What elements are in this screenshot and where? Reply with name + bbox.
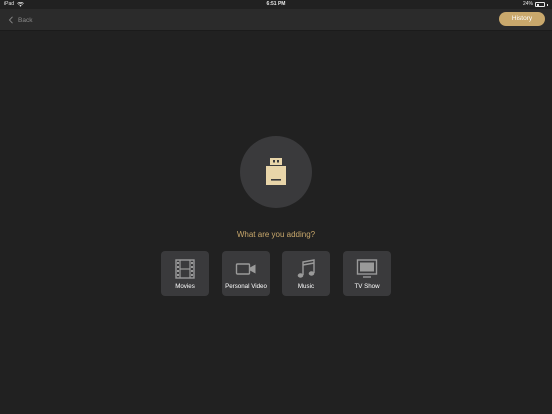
status-bar: iPad 6:51 PM 24% (0, 0, 552, 9)
usb-drive-badge (240, 136, 312, 208)
navigation-bar: Back History (0, 9, 552, 31)
status-time: 6:51 PM (266, 1, 286, 7)
video-camera-icon (235, 263, 256, 275)
personal-video-tile[interactable]: Personal Video (222, 251, 270, 296)
status-right: 24% (523, 0, 548, 9)
battery-tip (547, 3, 548, 6)
movies-label: Movies (175, 283, 195, 290)
personal-video-label: Personal Video (225, 283, 267, 290)
film-icon (175, 259, 195, 279)
music-label: Music (297, 283, 315, 290)
usb-drive-icon (266, 158, 286, 185)
tv-icon (356, 259, 378, 278)
tv-show-tile[interactable]: TV Show (343, 251, 391, 296)
music-note-icon (297, 259, 315, 278)
history-button[interactable]: History (499, 12, 545, 26)
battery-icon (535, 2, 545, 7)
back-label: Back (18, 16, 33, 24)
battery-percent: 24% (522, 1, 533, 7)
media-type-tiles: Movies Personal Video Music TV Show (161, 251, 392, 297)
chevron-left-icon (8, 16, 13, 24)
tv-show-label: TV Show (354, 283, 380, 290)
music-tile[interactable]: Music (282, 251, 330, 296)
back-button[interactable]: Back (8, 14, 32, 26)
prompt-text: What are you adding? (236, 230, 316, 239)
movies-tile[interactable]: Movies (161, 251, 209, 296)
